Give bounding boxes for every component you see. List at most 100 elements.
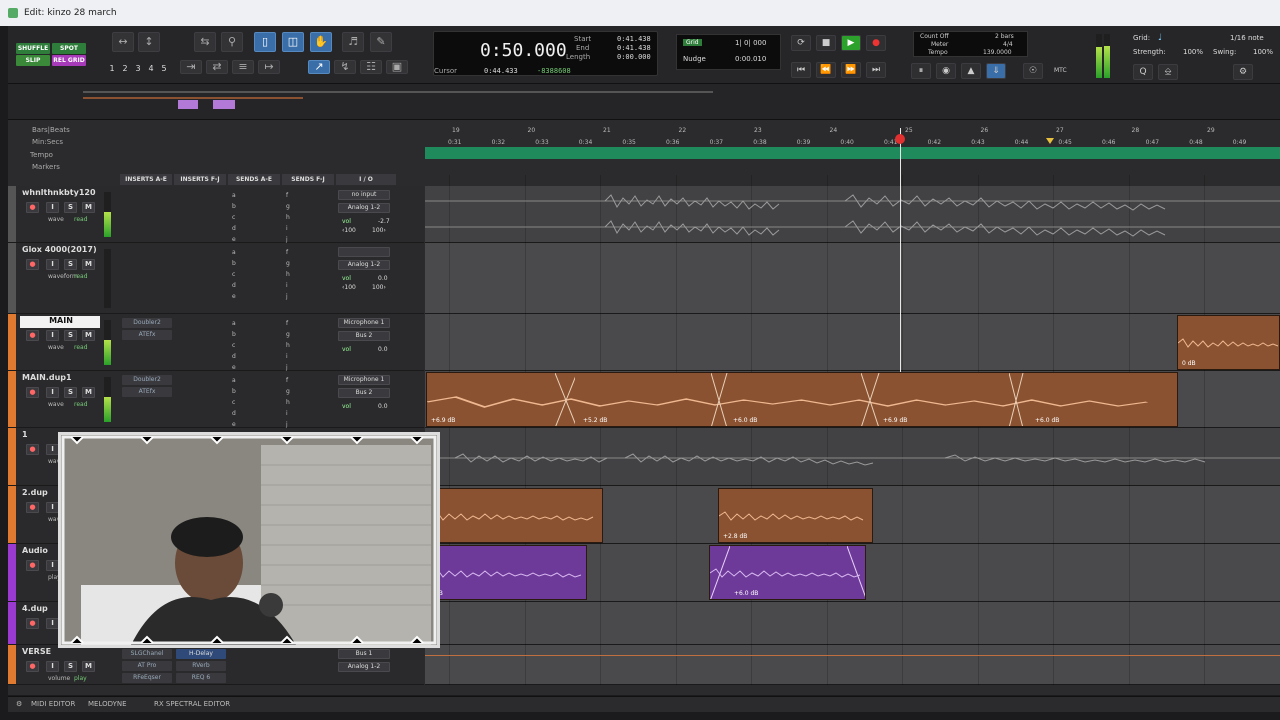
count-off-label[interactable]: Count Off [920, 33, 949, 40]
audio-clip[interactable]: dB [430, 545, 587, 600]
track-header[interactable]: Glox 4000(2017) ● I S Mwaveform read a b c d e f g h i… [8, 243, 424, 314]
send-slot[interactable]: b [232, 260, 236, 267]
track-header[interactable]: VERSE ● I S Mvolume play SLGChanel AT Pro RFeEqs… [8, 645, 424, 685]
sync-icon[interactable]: ☉ [1023, 63, 1043, 79]
audio-clip[interactable]: +6.9 dB +5.2 dB +6.0 dB +6.9 dB +6.0 dB [426, 372, 1178, 427]
track-header[interactable]: MAIN.dup1 ● I S Mwave read Doubler2 ATEfx a b c d e f… [8, 371, 424, 428]
zoom-vertical-icon[interactable]: ↕ [138, 32, 160, 52]
track-color-strip[interactable] [8, 243, 16, 313]
output-selector[interactable]: Bus 2 [338, 331, 390, 341]
track-lane-glox[interactable] [425, 243, 1280, 314]
grabber-tool-icon[interactable]: ✋ [310, 32, 332, 52]
track-color-strip[interactable] [8, 602, 16, 644]
zoom-preset-4[interactable]: 4 [145, 64, 157, 75]
track-color-strip[interactable] [8, 186, 16, 242]
tab-to-transient-icon[interactable]: ⇥ [180, 60, 202, 74]
mute-button[interactable]: M [82, 330, 95, 341]
insert-slot[interactable]: REQ 6 [176, 673, 226, 683]
zoom-horizontal-icon[interactable]: ↔ [112, 32, 134, 52]
solo-button[interactable]: S [64, 202, 77, 213]
start-value[interactable]: 0:41.438 [617, 35, 651, 43]
slip-mode-button[interactable]: SLIP [16, 55, 50, 66]
automation-mode-selector[interactable]: read [74, 344, 88, 351]
go-to-end-icon[interactable]: ⏭ [866, 62, 886, 78]
send-slot[interactable]: i [286, 225, 288, 232]
send-slot[interactable]: d [232, 282, 236, 289]
zoom-preset-3[interactable]: 3 [132, 64, 144, 75]
quantize-icon[interactable]: Q [1133, 64, 1153, 80]
track-view-selector[interactable]: wave [48, 401, 64, 408]
send-slot[interactable]: c [232, 342, 235, 349]
input-monitor-button[interactable]: I [46, 259, 59, 270]
tab-melodyne[interactable]: MELODYNE [88, 700, 127, 708]
track-view-selector[interactable]: wave [48, 344, 64, 351]
send-slot[interactable]: a [232, 377, 236, 384]
track-lane-main[interactable] [425, 314, 1280, 371]
send-slot[interactable]: d [232, 353, 236, 360]
send-slot[interactable]: h [286, 399, 290, 406]
window-option-icon[interactable]: ▣ [386, 60, 408, 74]
zoom-preset-1[interactable]: 1 [106, 64, 118, 75]
track-color-strip[interactable] [8, 645, 16, 684]
output-selector[interactable]: Analog 1-2 [338, 662, 390, 672]
main-counter[interactable]: 0:50.000 Start 0:41.438 End 0:41.438 Len… [433, 31, 658, 76]
send-slot[interactable]: h [286, 342, 290, 349]
send-slot[interactable]: b [232, 388, 236, 395]
stop-button[interactable]: ■ [816, 35, 836, 51]
spot-mode-button[interactable]: SPOT [52, 43, 86, 54]
play-button[interactable]: ▶ [841, 35, 861, 51]
audio-clip[interactable]: +2.8 dB [718, 488, 873, 543]
wait-note-icon[interactable]: ◉ [936, 63, 956, 79]
track-color-strip[interactable] [8, 486, 16, 543]
send-slot[interactable]: b [232, 331, 236, 338]
audio-clip[interactable] [430, 488, 603, 543]
send-slot[interactable]: d [232, 410, 236, 417]
input-selector[interactable]: Bus 1 [338, 649, 390, 659]
automation-mode-selector[interactable]: read [74, 216, 88, 223]
send-slot[interactable]: f [286, 377, 288, 384]
record-button[interactable]: ● [866, 35, 886, 51]
record-enable-button[interactable]: ● [26, 444, 39, 455]
strength-value[interactable]: 100% [1183, 48, 1203, 56]
output-selector[interactable]: Bus 2 [338, 388, 390, 398]
output-selector[interactable]: Analog 1-2 [338, 203, 390, 213]
selection-marker[interactable] [1046, 138, 1054, 144]
send-slot[interactable]: i [286, 410, 288, 417]
pan-left-value[interactable]: ‹100 [342, 227, 356, 234]
send-slot[interactable]: a [232, 249, 236, 256]
send-slot[interactable]: a [232, 192, 236, 199]
insertion-follows-icon[interactable]: ↯ [334, 60, 356, 74]
tempo-value[interactable]: 139.0000 [983, 49, 1012, 56]
send-slot[interactable]: e [232, 236, 236, 243]
track-lane-4-dup[interactable] [425, 602, 1280, 645]
send-slot[interactable]: h [286, 271, 290, 278]
track-name[interactable]: MAIN.dup1 [20, 373, 100, 385]
tab-rx-spectral-editor[interactable]: RX SPECTRAL EDITOR [154, 700, 230, 708]
send-slot[interactable]: g [286, 331, 290, 338]
edit-option-icon[interactable]: ☷ [360, 60, 382, 74]
output-selector[interactable]: Analog 1-2 [338, 260, 390, 270]
automation-mode-selector[interactable]: read [74, 401, 88, 408]
send-slot[interactable]: c [232, 399, 235, 406]
send-slot[interactable]: f [286, 320, 288, 327]
quantize-options-icon[interactable]: ⎒ [1158, 64, 1178, 80]
insert-slot[interactable]: RFeEqser [122, 673, 172, 683]
record-enable-button[interactable]: ● [26, 259, 39, 270]
record-enable-button[interactable]: ● [26, 560, 39, 571]
insert-slot[interactable]: AT Pro [122, 661, 172, 671]
solo-button[interactable]: S [64, 259, 77, 270]
volume-value[interactable]: 0.0 [378, 275, 388, 282]
send-slot[interactable]: f [286, 249, 288, 256]
send-slot[interactable]: a [232, 320, 236, 327]
scrubber-tool-icon[interactable]: ♬ [342, 32, 364, 52]
pan-left-value[interactable]: ‹100 [342, 284, 356, 291]
shuffle-mode-button[interactable]: SHUFFLE [16, 43, 50, 54]
insert-slot[interactable]: H-Delay [176, 649, 226, 659]
send-slot[interactable]: g [286, 260, 290, 267]
send-slot[interactable]: j [286, 236, 288, 243]
zoomer-tool-icon[interactable]: ⚲ [221, 32, 243, 52]
track-view-selector[interactable]: wave [48, 216, 64, 223]
count-off-bars[interactable]: 2 bars [995, 33, 1014, 40]
insert-slot[interactable]: SLGChanel [122, 649, 172, 659]
input-selector[interactable] [338, 247, 390, 257]
